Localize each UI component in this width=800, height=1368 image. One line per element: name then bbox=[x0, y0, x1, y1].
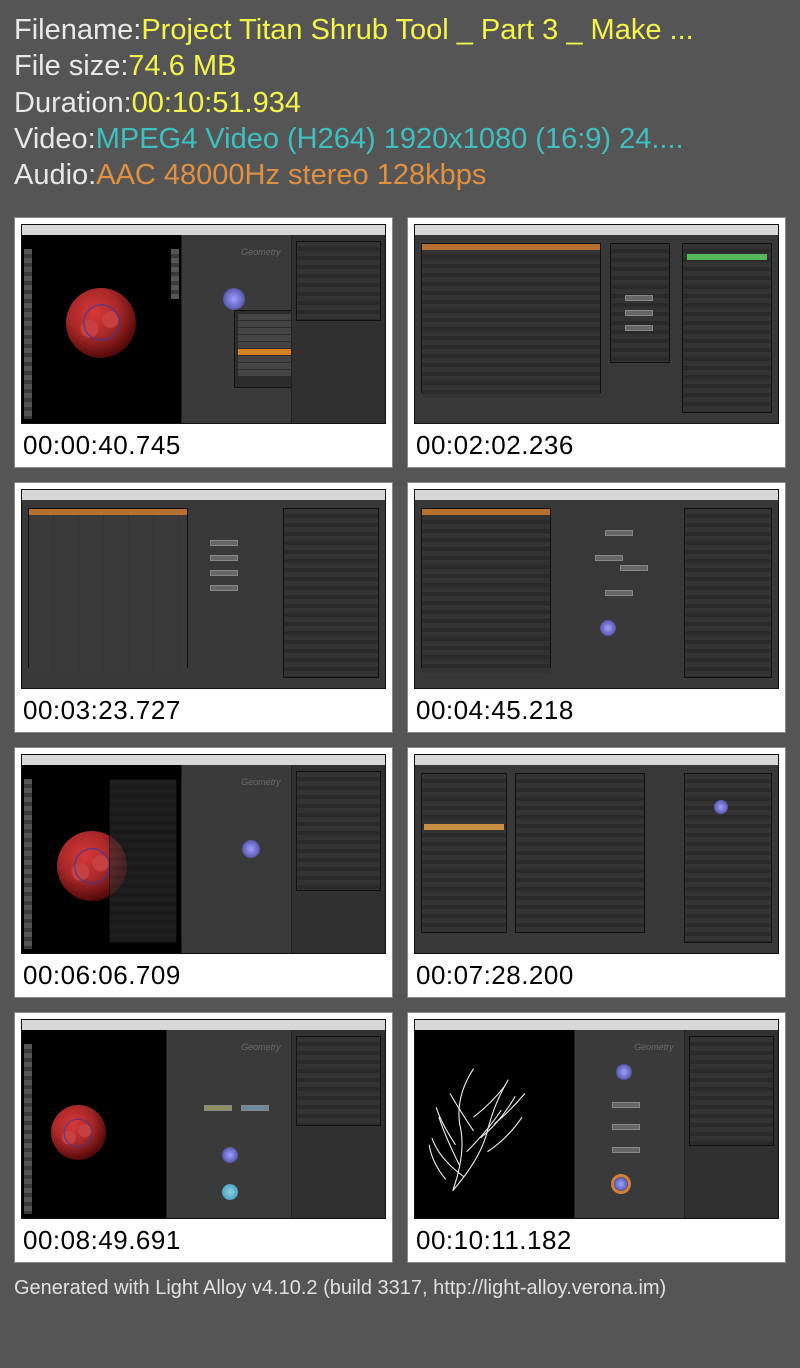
thumbnail-image: Geometry bbox=[21, 224, 386, 424]
thumbnail-card: 00:03:23.727 bbox=[14, 482, 393, 733]
thumbnail-image bbox=[21, 489, 386, 689]
thumbnail-timestamp: 00:03:23.727 bbox=[15, 689, 392, 732]
thumbnail-image: Geometry bbox=[21, 754, 386, 954]
audio-value: AAC 48000Hz stereo 128kbps bbox=[96, 157, 486, 193]
thumbnail-card: Geometry 00:06:06.709 bbox=[14, 747, 393, 998]
filename-row: Filename: Project Titan Shrub Tool _ Par… bbox=[14, 12, 786, 48]
thumbnail-card: 00:04:45.218 bbox=[407, 482, 786, 733]
thumbnail-card: Geometry 00:08:49.691 bbox=[14, 1012, 393, 1263]
filename-label: Filename: bbox=[14, 12, 141, 48]
thumbnail-timestamp: 00:07:28.200 bbox=[408, 954, 785, 997]
file-info-block: Filename: Project Titan Shrub Tool _ Par… bbox=[0, 0, 800, 201]
audio-row: Audio: AAC 48000Hz stereo 128kbps bbox=[14, 157, 786, 193]
generator-footer: Generated with Light Alloy v4.10.2 (buil… bbox=[0, 1271, 800, 1314]
thumbnail-timestamp: 00:04:45.218 bbox=[408, 689, 785, 732]
filesize-label: File size: bbox=[14, 48, 128, 84]
thumbnail-card: Geometry 00:00:40.745 bbox=[14, 217, 393, 468]
audio-label: Audio: bbox=[14, 157, 96, 193]
thumbnail-timestamp: 00:02:02.236 bbox=[408, 424, 785, 467]
video-row: Video: MPEG4 Video (H264) 1920x1080 (16:… bbox=[14, 121, 786, 157]
thumbnail-image bbox=[414, 754, 779, 954]
video-value: MPEG4 Video (H264) 1920x1080 (16:9) 24..… bbox=[96, 121, 684, 157]
thumbnail-timestamp: 00:10:11.182 bbox=[408, 1219, 785, 1262]
filesize-row: File size: 74.6 MB bbox=[14, 48, 786, 84]
duration-value: 00:10:51.934 bbox=[132, 85, 301, 121]
duration-label: Duration: bbox=[14, 85, 132, 121]
filename-value: Project Titan Shrub Tool _ Part 3 _ Make… bbox=[141, 12, 693, 48]
thumbnail-image: Geometry bbox=[414, 1019, 779, 1219]
thumbnail-timestamp: 00:06:06.709 bbox=[15, 954, 392, 997]
thumbnail-grid: Geometry 00:00:40.745 bbox=[0, 211, 800, 1271]
video-label: Video: bbox=[14, 121, 96, 157]
thumbnail-timestamp: 00:08:49.691 bbox=[15, 1219, 392, 1262]
thumbnail-card: Geometry 00:10:11.182 bbox=[407, 1012, 786, 1263]
filesize-value: 74.6 MB bbox=[128, 48, 236, 84]
thumbnail-timestamp: 00:00:40.745 bbox=[15, 424, 392, 467]
thumbnail-card: 00:02:02.236 bbox=[407, 217, 786, 468]
thumbnail-image bbox=[414, 489, 779, 689]
thumbnail-image bbox=[414, 224, 779, 424]
thumbnail-card: 00:07:28.200 bbox=[407, 747, 786, 998]
thumbnail-image: Geometry bbox=[21, 1019, 386, 1219]
duration-row: Duration: 00:10:51.934 bbox=[14, 85, 786, 121]
